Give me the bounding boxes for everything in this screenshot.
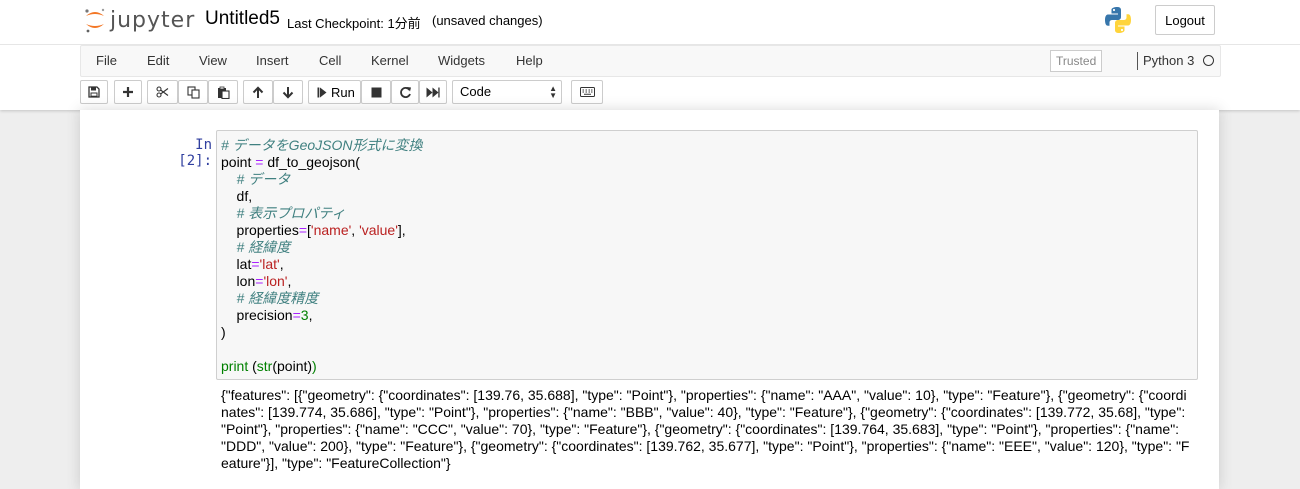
- code-comment: # データをGeoJSON形式に変換: [221, 137, 423, 153]
- code-cell-input[interactable]: [216, 130, 1198, 380]
- menu-cell[interactable]: Cell: [319, 46, 341, 76]
- code-token: ,: [279, 256, 284, 272]
- menu-view[interactable]: View: [199, 46, 227, 76]
- arrow-up-icon: [252, 85, 264, 98]
- logout-button[interactable]: Logout: [1155, 5, 1215, 35]
- paste-button[interactable]: [208, 80, 238, 104]
- code-token: ,: [287, 273, 292, 289]
- top-bar: jupyter Untitled5 Last Checkpoint: 1分前 (…: [0, 0, 1300, 45]
- cut-button[interactable]: [147, 80, 178, 104]
- code-token: ): [221, 324, 226, 340]
- code-line: # 経緯度: [221, 239, 291, 256]
- code-string: 'name': [310, 222, 352, 238]
- code-token: ,: [308, 307, 313, 323]
- code-string: 'lon': [263, 273, 288, 289]
- code-builtin: str: [256, 358, 273, 374]
- step-forward-icon: [317, 87, 327, 97]
- checkpoint-status: Last Checkpoint: 1分前: [287, 16, 421, 31]
- restart-button[interactable]: [391, 80, 419, 104]
- kernel-status-icon: [1203, 55, 1214, 66]
- code-builtin: print: [221, 358, 249, 374]
- code-token: (: [248, 358, 257, 374]
- copy-icon: [186, 85, 200, 99]
- menu-bar: File Edit View Insert Cell Kernel Widget…: [80, 45, 1221, 77]
- code-comment: # 経緯度: [221, 239, 291, 255]
- code-line: df,: [221, 188, 253, 205]
- save-button[interactable]: [80, 80, 108, 104]
- code-string: 'value': [359, 222, 398, 238]
- code-token: df,: [221, 188, 253, 204]
- code-builtin: ): [312, 358, 317, 374]
- code-comment: # データ: [221, 171, 291, 187]
- code-token: ],: [397, 222, 406, 238]
- code-operator: =: [251, 256, 260, 272]
- arrow-down-icon: [282, 86, 294, 99]
- code-line: # データ: [221, 171, 291, 188]
- kernel-divider: [1137, 52, 1138, 70]
- jupyter-logo-icon: [85, 8, 105, 33]
- code-comment: # 表示プロパティ: [221, 205, 346, 221]
- code-line: # データをGeoJSON形式に変換: [221, 137, 422, 154]
- select-arrows-icon: ▲ ▼: [549, 84, 557, 100]
- copy-button[interactable]: [178, 80, 208, 104]
- code-line: print (str(point)): [221, 358, 317, 375]
- code-line: precision=3,: [221, 307, 313, 324]
- restart-icon: [399, 86, 411, 98]
- stop-icon: [371, 87, 381, 97]
- insert-cell-button[interactable]: [114, 80, 142, 104]
- restart-run-all-button[interactable]: [419, 80, 447, 104]
- trusted-indicator[interactable]: Trusted: [1050, 50, 1103, 72]
- code-token: ,: [351, 222, 360, 238]
- kernel-name: Python 3: [1143, 53, 1195, 68]
- move-down-button[interactable]: [273, 80, 303, 104]
- code-token: (point): [272, 358, 313, 374]
- fast-forward-icon: [426, 87, 440, 97]
- menu-widgets[interactable]: Widgets: [438, 46, 485, 76]
- code-number: 3: [300, 307, 309, 323]
- code-line: # 表示プロパティ: [221, 205, 346, 222]
- keyboard-icon: [579, 87, 595, 97]
- code-comment: # 経緯度精度: [221, 290, 319, 306]
- notebook-name[interactable]: Untitled5: [205, 8, 280, 30]
- code-line: ): [221, 324, 226, 341]
- run-button[interactable]: Run: [308, 80, 361, 104]
- code-token: lon: [221, 273, 256, 289]
- code-operator: =: [298, 222, 308, 238]
- menu-file[interactable]: File: [96, 46, 117, 76]
- menu-kernel[interactable]: Kernel: [371, 46, 409, 76]
- menu-help[interactable]: Help: [516, 46, 543, 76]
- code-line: point = df_to_geojson(: [221, 154, 360, 171]
- header: jupyter Untitled5 Last Checkpoint: 1分前 (…: [0, 0, 1300, 110]
- jupyter-logo[interactable]: jupyter: [84, 4, 195, 36]
- code-token: lat: [221, 256, 252, 272]
- paste-icon: [217, 86, 230, 99]
- code-line: lat='lat',: [221, 256, 284, 273]
- cell-type-value: Code: [460, 84, 492, 99]
- menu-insert[interactable]: Insert: [256, 46, 289, 76]
- plus-icon: [123, 87, 133, 97]
- code-operator: =: [292, 307, 301, 323]
- code-string: 'lat': [259, 256, 280, 272]
- code-line: lon='lon',: [221, 273, 292, 290]
- code-token: properties: [221, 222, 299, 238]
- run-label: Run: [331, 84, 355, 100]
- code-line: # 経緯度精度: [221, 290, 319, 307]
- move-up-button[interactable]: [243, 80, 273, 104]
- input-prompt: In [2]:: [178, 137, 212, 169]
- menu-edit[interactable]: Edit: [147, 46, 169, 76]
- floppy-disk-icon: [88, 86, 100, 98]
- code-token: df_to_geojson(: [263, 154, 360, 170]
- logo-text: jupyter: [110, 7, 196, 33]
- interrupt-button[interactable]: [361, 80, 391, 104]
- cell-output: {"features": [{"geometry": {"coordinates…: [221, 387, 1190, 471]
- autosave-status: (unsaved changes): [432, 13, 543, 28]
- python-logo-icon: [1105, 7, 1131, 33]
- code-token: precision: [221, 307, 293, 323]
- code-line: properties=['name', 'value'],: [221, 222, 406, 239]
- command-palette-button[interactable]: [571, 80, 603, 104]
- code-token: point: [221, 154, 256, 170]
- scissors-icon: [156, 86, 169, 98]
- cell-type-select[interactable]: Code ▲ ▼: [452, 80, 562, 104]
